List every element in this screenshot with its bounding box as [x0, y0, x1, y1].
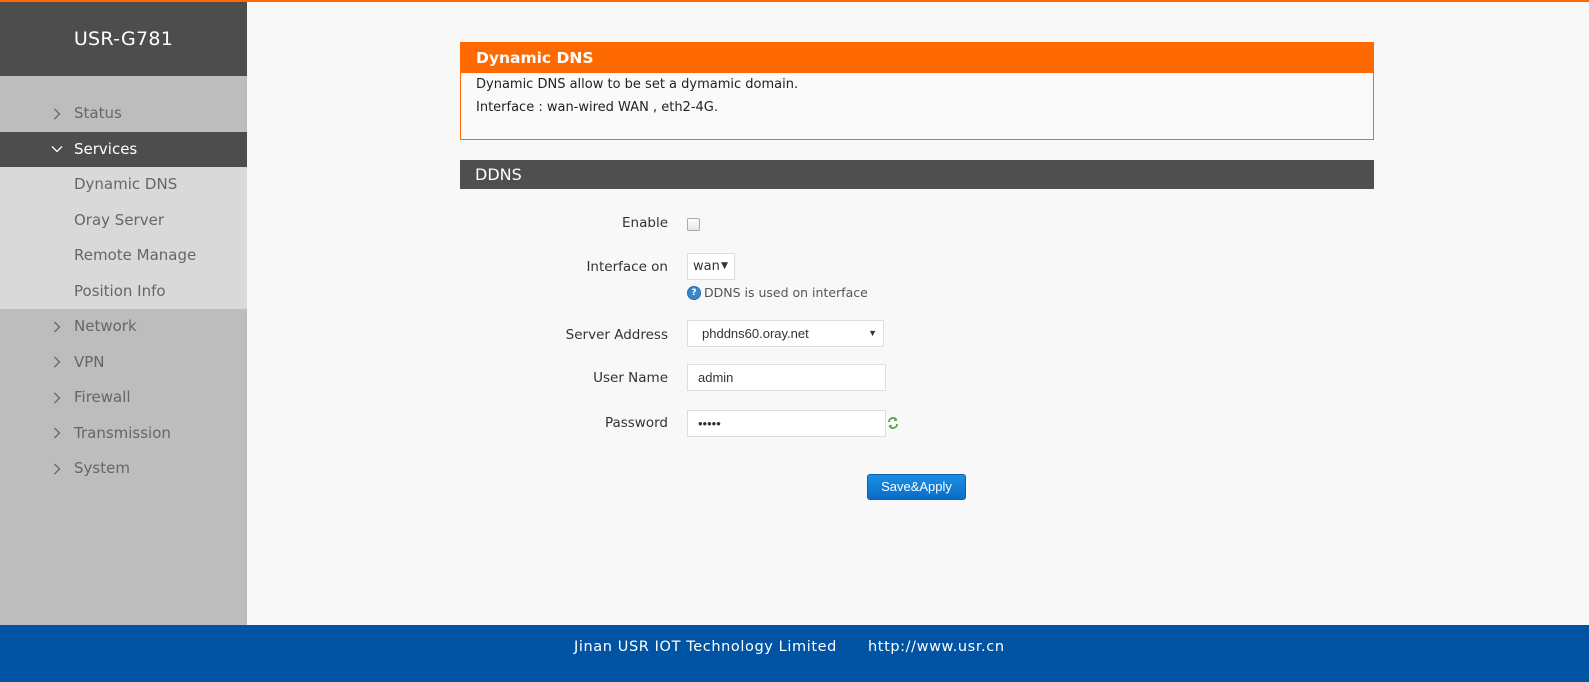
- sidebar-item-label: Services: [74, 139, 138, 158]
- sidebar-nav: Status Services Dynamic DNS Oray Server …: [0, 76, 247, 487]
- sidebar-item-vpn[interactable]: VPN: [0, 345, 247, 381]
- chevron-right-icon: [50, 380, 64, 416]
- dropdown-arrow-icon: ▼: [868, 328, 877, 338]
- enable-label: Enable: [622, 215, 668, 231]
- chevron-right-icon: [50, 96, 64, 132]
- password-input[interactable]: •••••: [687, 410, 886, 437]
- username-label: User Name: [593, 370, 668, 386]
- sidebar-subitem-oray-server[interactable]: Oray Server: [0, 203, 247, 239]
- question-icon: ?: [687, 285, 701, 300]
- sidebar-subitem-remote-manage[interactable]: Remote Manage: [0, 238, 247, 274]
- sidebar-subitem-position-info[interactable]: Position Info: [0, 274, 247, 310]
- chevron-right-icon: [50, 451, 64, 487]
- services-submenu: Dynamic DNS Oray Server Remote Manage Po…: [0, 167, 247, 309]
- chevron-right-icon: [50, 345, 64, 381]
- interface-select-value: wan: [693, 259, 720, 274]
- interface-select[interactable]: wan ▼: [687, 253, 735, 280]
- footer-company: Jinan USR IOT Technology Limited: [574, 639, 837, 655]
- info-title: Dynamic DNS: [461, 43, 1373, 73]
- sidebar-item-label: System: [74, 459, 130, 477]
- save-apply-button[interactable]: Save&Apply: [867, 474, 966, 500]
- sidebar-item-label: Network: [74, 317, 137, 335]
- main-content: Dynamic DNS Dynamic DNS allow to be set …: [247, 2, 1589, 633]
- chevron-right-icon: [50, 309, 64, 345]
- device-name: USR-G781: [0, 2, 247, 76]
- sidebar-item-label: VPN: [74, 352, 105, 371]
- chevron-down-icon: [50, 132, 64, 168]
- server-address-value: phddns60.oray.net: [702, 326, 809, 341]
- sidebar-item-firewall[interactable]: Firewall: [0, 380, 247, 416]
- info-interface-note: Interface : wan-wired WAN , eth2-4G.: [476, 100, 718, 115]
- sidebar-item-services[interactable]: Services: [0, 131, 247, 168]
- footer: Jinan USR IOT Technology Limited http://…: [0, 625, 1589, 682]
- info-panel: Dynamic DNS Dynamic DNS allow to be set …: [460, 42, 1374, 140]
- sidebar-item-transmission[interactable]: Transmission: [0, 416, 247, 452]
- sidebar-subitem-dynamic-dns[interactable]: Dynamic DNS: [0, 167, 247, 203]
- sidebar-item-network[interactable]: Network: [0, 309, 247, 345]
- sidebar-item-label: Transmission: [74, 423, 171, 442]
- interface-help: ? DDNS is used on interface: [687, 285, 868, 300]
- enable-checkbox[interactable]: [687, 218, 700, 231]
- sidebar-item-label: Status: [74, 104, 122, 122]
- password-label: Password: [604, 415, 668, 431]
- sidebar-item-status[interactable]: Status: [0, 96, 247, 132]
- sidebar: USR-G781 Status Services Dynamic DNS Ora…: [0, 2, 247, 633]
- interface-label: Interface on: [586, 259, 668, 275]
- interface-help-text: DDNS is used on interface: [704, 285, 868, 300]
- server-address-select[interactable]: phddns60.oray.net ▼: [687, 320, 884, 347]
- dropdown-arrow-icon: ▼: [721, 261, 728, 271]
- username-input[interactable]: admin: [687, 364, 886, 391]
- sidebar-item-system[interactable]: System: [0, 451, 247, 487]
- server-address-label: Server Address: [565, 327, 668, 343]
- chevron-right-icon: [50, 416, 64, 452]
- sidebar-item-label: Firewall: [74, 388, 131, 406]
- section-title: DDNS: [460, 160, 1374, 189]
- footer-link[interactable]: http://www.usr.cn: [868, 639, 1005, 655]
- refresh-icon[interactable]: [887, 416, 899, 430]
- info-description: Dynamic DNS allow to be set a dymamic do…: [476, 77, 799, 92]
